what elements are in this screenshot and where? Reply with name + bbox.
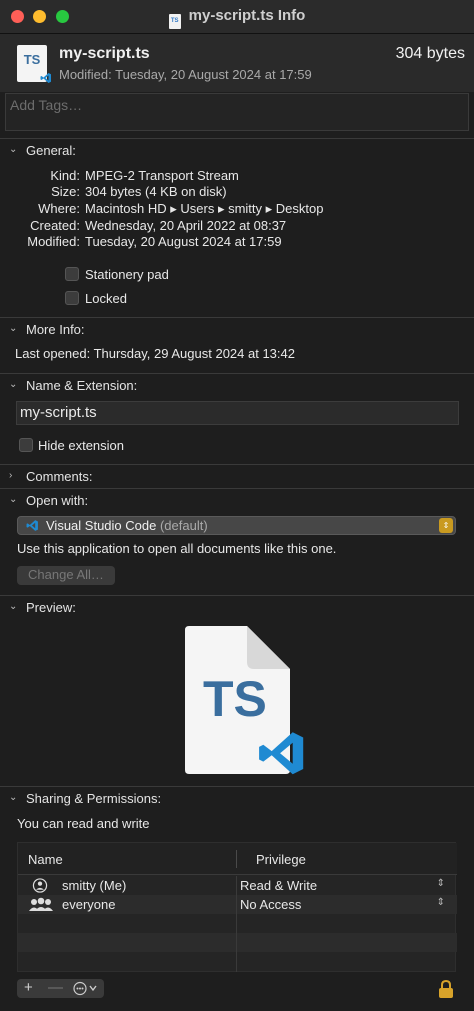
permissions-toolbar: + — [17, 979, 104, 998]
section-title-name-extension: Name & Extension: [26, 378, 138, 393]
last-opened-row: Last opened: Thursday, 29 August 2024 at… [15, 346, 295, 361]
where-key: Where: [38, 201, 80, 216]
group-icon [28, 897, 54, 912]
section-comments[interactable]: › Comments: [0, 464, 474, 488]
section-open-with[interactable]: ⌄ Open with: [0, 488, 474, 512]
file-name: my-script.ts [59, 45, 150, 62]
permissions-table: Name Privilege smitty (Me) Read & Write … [17, 842, 457, 972]
section-title-comments: Comments: [26, 469, 93, 484]
modified-date: Modified: Tuesday, 20 August 2024 at 17:… [59, 67, 312, 82]
where-value: Macintosh HD ▸ Users ▸ smitty ▸ Desktop [85, 201, 324, 216]
file-icon-text: TS [23, 52, 41, 67]
window-title-wrap: TS my-script.ts Info [0, 7, 474, 29]
user-name: smitty (Me) [62, 878, 127, 893]
section-more-info[interactable]: ⌄ More Info: [0, 317, 474, 341]
preview-icon-text: TS [203, 671, 267, 727]
privilege-stepper-icon[interactable]: ⇕ [437, 878, 445, 889]
info-header: TS my-script.ts Modified: Tuesday, 20 Au… [0, 34, 474, 92]
popup-stepper-icon: ⇕ [439, 518, 453, 533]
person-icon [32, 878, 48, 893]
table-row[interactable]: smitty (Me) Read & Write ⇕ [18, 876, 457, 895]
table-stripe [18, 933, 457, 952]
section-sharing[interactable]: ⌄ Sharing & Permissions: [0, 786, 474, 810]
stationery-pad-checkbox[interactable] [65, 267, 79, 281]
sharing-summary: You can read and write [17, 816, 150, 831]
lock-icon[interactable] [438, 979, 454, 999]
created-value: Wednesday, 20 April 2022 at 08:37 [85, 218, 287, 233]
column-privilege[interactable]: Privilege [256, 852, 306, 867]
action-menu-button[interactable] [73, 981, 101, 1001]
chevron-right-icon: › [9, 470, 13, 481]
hide-extension-checkbox[interactable] [19, 438, 33, 452]
file-size: 304 bytes [395, 45, 465, 62]
open-with-app-name: Visual Studio Code [46, 518, 157, 533]
window-title: my-script.ts Info [188, 7, 306, 24]
section-name-extension[interactable]: ⌄ Name & Extension: [0, 373, 474, 397]
chevron-down-icon: ⌄ [9, 379, 18, 390]
open-with-default: (default) [159, 518, 208, 533]
remove-permission-button[interactable]: — [48, 979, 63, 997]
modified-key: Modified: [27, 234, 80, 249]
change-all-button[interactable]: Change All… [17, 566, 115, 585]
section-title-open-with: Open with: [26, 493, 89, 508]
tags-input[interactable]: Add Tags… [5, 93, 469, 131]
privilege-stepper-icon[interactable]: ⇕ [437, 897, 445, 908]
hide-extension-label: Hide extension [38, 438, 124, 453]
vscode-badge-icon [40, 72, 52, 84]
permissions-header: Name Privilege [18, 843, 457, 875]
add-permission-button[interactable]: + [24, 979, 33, 997]
chevron-down-icon: ⌄ [9, 144, 18, 155]
open-with-description: Use this application to open all documen… [17, 541, 337, 556]
open-with-app: Visual Studio Code (default) [46, 518, 208, 533]
locked-checkbox[interactable] [65, 291, 79, 305]
section-preview[interactable]: ⌄ Preview: [0, 595, 474, 619]
privilege-value: No Access [240, 897, 302, 912]
created-key: Created: [30, 218, 80, 233]
locked-label: Locked [85, 291, 127, 306]
modified-value: Tuesday, 20 August 2024 at 17:59 [85, 234, 282, 249]
section-title-preview: Preview: [26, 600, 76, 615]
preview-typescript-file-icon: TS [183, 626, 307, 778]
kind-key: Kind: [50, 168, 80, 183]
title-bar: TS my-script.ts Info [0, 0, 474, 34]
privilege-value: Read & Write [240, 878, 318, 893]
kind-value: MPEG-2 Transport Stream [85, 168, 239, 183]
column-divider [236, 850, 237, 868]
section-title-sharing: Sharing & Permissions: [26, 791, 162, 806]
last-opened-key: Last opened: [15, 346, 91, 361]
section-general[interactable]: ⌄ General: [0, 138, 474, 162]
chevron-down-icon: ⌄ [9, 494, 18, 505]
document-icon: TS [168, 14, 181, 29]
file-name-input[interactable]: my-script.ts [16, 401, 459, 425]
size-value: 304 bytes (4 KB on disk) [85, 184, 227, 199]
user-name: everyone [62, 897, 116, 912]
table-row[interactable]: everyone No Access ⇕ [18, 895, 457, 914]
chevron-down-icon: ⌄ [9, 601, 18, 612]
open-with-popup[interactable]: Visual Studio Code (default) ⇕ [17, 516, 456, 535]
last-opened-value: Thursday, 29 August 2024 at 13:42 [93, 346, 295, 361]
section-title-general: General: [26, 143, 76, 158]
size-key: Size: [51, 184, 80, 199]
chevron-down-icon: ⌄ [9, 323, 18, 334]
stationery-pad-label: Stationery pad [85, 267, 169, 282]
section-title-more-info: More Info: [26, 322, 85, 337]
chevron-down-icon: ⌄ [9, 792, 18, 803]
typescript-file-icon: TS [17, 45, 51, 83]
column-name[interactable]: Name [28, 852, 63, 867]
vscode-icon [26, 519, 39, 535]
